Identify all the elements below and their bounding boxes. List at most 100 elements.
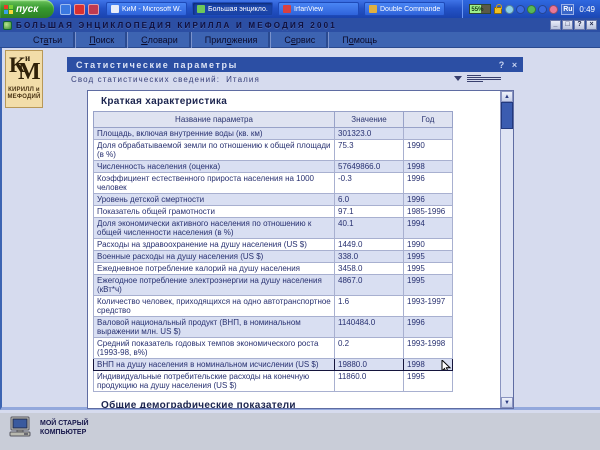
task-buttons: KиM - Microsoft W... Большая энцикло... Ir… — [106, 2, 445, 16]
year-cell: 1993-1998 — [404, 338, 453, 359]
my-computer-shortcut[interactable]: МОЙ СТАРЫЙ КОМПЬЮТЕР — [8, 416, 89, 440]
table-row[interactable]: ВНП на душу населения в номинальном исчи… — [94, 359, 453, 371]
taskbar-task-button[interactable]: KиM - Microsoft W... — [106, 2, 187, 16]
table-row[interactable]: Доля обрабатываемой земли по отношению к… — [94, 140, 453, 161]
window-controls: _□?× — [550, 20, 597, 30]
value-cell: 40.1 — [335, 218, 404, 239]
table-row[interactable]: Количество человек, приходящихся на одно… — [94, 296, 453, 317]
table-row[interactable]: Показатель общей грамотности97.11985-199… — [94, 206, 453, 218]
scrollbar-thumb[interactable] — [501, 102, 513, 129]
param-name-cell: Военные расходы на душу населения (US $) — [94, 251, 335, 263]
table-row[interactable]: Численность населения (оценка)57649866.0… — [94, 161, 453, 173]
dataset-subtitle: Свод статистических сведений:Италия — [71, 75, 260, 84]
value-cell: 57649866.0 — [335, 161, 404, 173]
table-row[interactable]: Коэффициент естественного прироста насел… — [94, 173, 453, 194]
tray-icon[interactable] — [538, 5, 547, 14]
content-panel: Краткая характеристикаНазвание параметра… — [87, 90, 514, 409]
tray-icons — [505, 5, 558, 14]
value-cell: 1.6 — [335, 296, 404, 317]
start-label: пуск — [16, 4, 38, 15]
vertical-scrollbar[interactable]: ▲ ▼ — [500, 91, 513, 408]
panel-close-button[interactable]: × — [509, 60, 520, 70]
taskbar: пуск KиM - Microsoft W... Большая энцикло… — [0, 0, 600, 18]
year-cell: 1996 — [404, 194, 453, 206]
scroll-up-button[interactable]: ▲ — [501, 91, 513, 102]
menu-item-поиск[interactable]: Поиск — [75, 32, 127, 48]
windows-logo-icon — [4, 5, 13, 14]
language-indicator[interactable]: Ru — [561, 4, 574, 15]
computer-icon — [8, 416, 34, 440]
table-header-row: Название параметраЗначениеГод — [94, 112, 453, 128]
panel-content: Краткая характеристикаНазвание параметра… — [88, 91, 500, 408]
menu-item-приложения[interactable]: Приложения — [191, 32, 271, 48]
task-button-label: KиM - Microsoft W... — [122, 6, 182, 13]
table-row[interactable]: Валовой национальный продукт (ВНП, в ном… — [94, 317, 453, 338]
menu-item-статьи[interactable]: Статьи — [20, 32, 75, 48]
column-header: Значение — [335, 112, 404, 128]
table-row[interactable]: Индивидуальные потребительские расходы н… — [94, 371, 453, 392]
value-cell: 0.2 — [335, 338, 404, 359]
param-name-cell: Уровень детской смертности — [94, 194, 335, 206]
task-app-icon — [283, 5, 291, 13]
km-logo-text: КИРИЛЛ и МЕФОДИЙ — [6, 87, 42, 101]
start-button[interactable]: пуск — [0, 0, 54, 18]
table-row[interactable]: Уровень детской смертности6.01996 — [94, 194, 453, 206]
year-cell: 1985-1996 — [404, 206, 453, 218]
year-cell: 1993-1997 — [404, 296, 453, 317]
close-button[interactable]: × — [586, 20, 597, 30]
param-name-cell: Количество человек, приходящихся на одно… — [94, 296, 335, 317]
menu-item-помощь[interactable]: Помощь — [328, 32, 390, 48]
panel-title: Статистические параметры — [76, 60, 238, 70]
year-cell: 1995 — [404, 263, 453, 275]
value-cell: 1140484.0 — [335, 317, 404, 338]
value-cell: 75.3 — [335, 140, 404, 161]
value-cell: 4867.0 — [335, 275, 404, 296]
km-app-icon[interactable] — [74, 4, 85, 15]
tray-icon[interactable] — [516, 5, 525, 14]
media-app-icon[interactable] — [88, 4, 99, 15]
column-header: Год — [404, 112, 453, 128]
taskbar-task-button[interactable]: Double Commande... — [364, 2, 445, 16]
menu-item-сервис[interactable]: Сервис — [270, 32, 328, 48]
restore-button[interactable]: □ — [562, 20, 573, 30]
task-button-label: Большая энцикло... — [208, 6, 268, 13]
param-name-cell: Средний показатель годовых темпов эконом… — [94, 338, 335, 359]
taskbar-task-button[interactable]: Большая энцикло... — [192, 2, 273, 16]
year-cell: 1990 — [404, 239, 453, 251]
list-icon[interactable] — [467, 75, 501, 82]
value-cell: 6.0 — [335, 194, 404, 206]
dropdown-arrow-icon[interactable] — [454, 76, 462, 81]
year-cell: 1995 — [404, 371, 453, 392]
tray-icon[interactable] — [505, 5, 514, 14]
param-name-cell: Доля экономически активного населения по… — [94, 218, 335, 239]
table-row[interactable]: Средний показатель годовых темпов эконом… — [94, 338, 453, 359]
taskbar-task-button[interactable]: IrfanView — [278, 2, 359, 16]
panel-controls: ?× — [496, 60, 520, 70]
table-row[interactable]: Ежедневное потребление калорий на душу н… — [94, 263, 453, 275]
table-row[interactable]: Доля экономически активного населения по… — [94, 218, 453, 239]
year-cell: 1998 — [404, 161, 453, 173]
tray-icon[interactable] — [527, 5, 536, 14]
client-area: К и М КИРИЛЛ и МЕФОДИЙ Статистические па… — [0, 48, 600, 410]
minimize-button[interactable]: _ — [550, 20, 561, 30]
shortcut-label: МОЙ СТАРЫЙ КОМПЬЮТЕР — [40, 416, 89, 440]
table-row[interactable]: Военные расходы на душу населения (US $)… — [94, 251, 453, 263]
battery-indicator[interactable]: 55% — [469, 4, 491, 14]
dataset-controls — [454, 75, 501, 82]
value-cell: 97.1 — [335, 206, 404, 218]
param-name-cell: Численность населения (оценка) — [94, 161, 335, 173]
tray-icon[interactable] — [549, 5, 558, 14]
value-cell: 11860.0 — [335, 371, 404, 392]
screen: пуск KиM - Microsoft W... Большая энцикло… — [0, 0, 600, 450]
browser-icon[interactable] — [60, 4, 71, 15]
lock-icon[interactable] — [494, 7, 502, 14]
help-button[interactable]: ? — [574, 20, 585, 30]
year-cell: 1996 — [404, 173, 453, 194]
table-row[interactable]: Ежегодное потребление электроэнергии на … — [94, 275, 453, 296]
table-row[interactable]: Площадь, включая внутренние воды (кв. км… — [94, 128, 453, 140]
param-name-cell: Площадь, включая внутренние воды (кв. км… — [94, 128, 335, 140]
panel-help-button[interactable]: ? — [496, 60, 507, 70]
scroll-down-button[interactable]: ▼ — [501, 397, 513, 408]
table-row[interactable]: Расходы на здравоохранение на душу насел… — [94, 239, 453, 251]
menu-item-словари[interactable]: Словари — [127, 32, 191, 48]
